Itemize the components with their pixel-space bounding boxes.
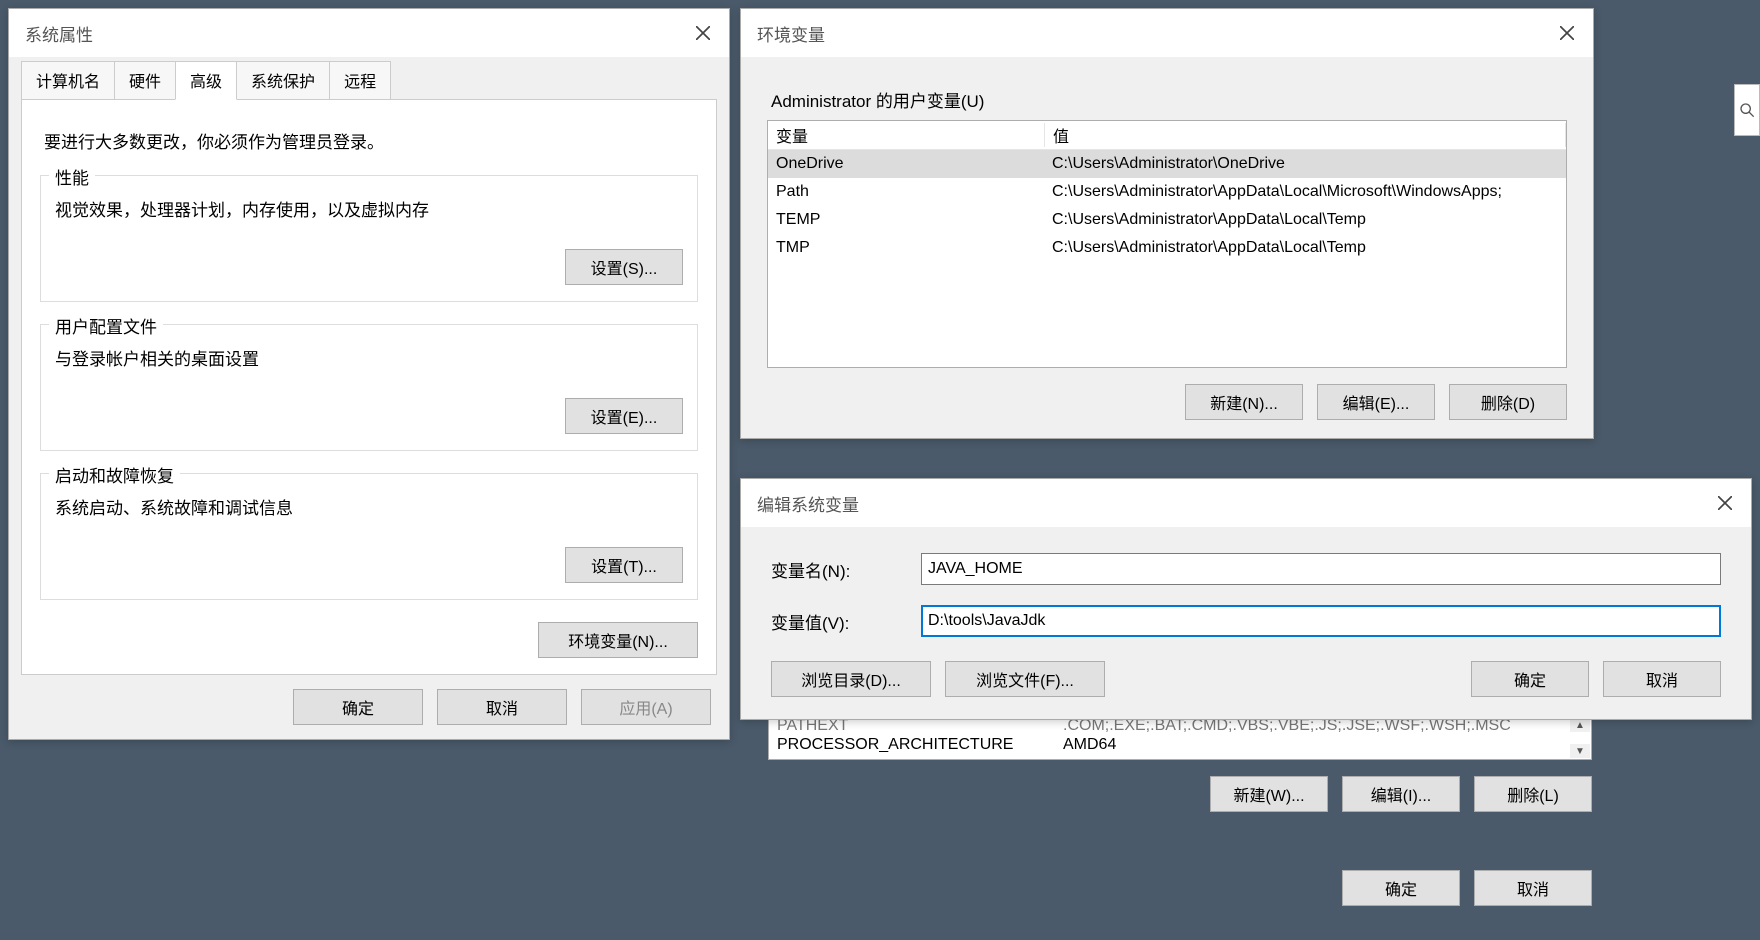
- system-properties-window: 系统属性 计算机名 硬件 高级 系统保护 远程 要进行大多数更改，你必须作为管理…: [8, 8, 730, 740]
- editvar-buttons: 浏览目录(D)... 浏览文件(F)... 确定 取消: [771, 661, 1721, 697]
- var-value: C:\Users\Administrator\OneDrive: [1044, 155, 1566, 173]
- user-vars-buttons: 新建(N)... 编辑(E)... 删除(D): [767, 384, 1567, 420]
- tab-remote[interactable]: 远程: [329, 61, 391, 100]
- editvar-ok-button[interactable]: 确定: [1471, 661, 1589, 697]
- group-user-profiles: 用户配置文件 与登录帐户相关的桌面设置 设置(E)...: [40, 324, 698, 451]
- col-value[interactable]: 值: [1045, 123, 1566, 147]
- close-icon[interactable]: [1541, 9, 1593, 57]
- tab-hardware[interactable]: 硬件: [114, 61, 176, 100]
- search-icon[interactable]: [1734, 84, 1760, 136]
- col-variable[interactable]: 变量: [768, 123, 1045, 147]
- close-icon[interactable]: [677, 9, 729, 57]
- sysprop-tabs: 计算机名 硬件 高级 系统保护 远程: [21, 57, 717, 99]
- var-name: PROCESSOR_ARCHITECTURE: [769, 736, 1055, 754]
- close-icon[interactable]: [1699, 479, 1751, 527]
- system-delete-button[interactable]: 删除(L): [1474, 776, 1592, 812]
- tab-computer-name[interactable]: 计算机名: [21, 61, 115, 100]
- user-new-button[interactable]: 新建(N)...: [1185, 384, 1303, 420]
- user-profiles-settings-button[interactable]: 设置(E)...: [565, 398, 683, 434]
- group-user-profiles-desc: 与登录帐户相关的桌面设置: [55, 345, 683, 370]
- variable-value-input[interactable]: [921, 605, 1721, 637]
- envvars-title: 环境变量: [757, 21, 1541, 46]
- list-item[interactable]: PROCESSOR_ARCHITECTURE AMD64: [769, 734, 1591, 756]
- group-startup-recovery: 启动和故障恢复 系统启动、系统故障和调试信息 设置(T)...: [40, 473, 698, 600]
- admin-notice: 要进行大多数更改，你必须作为管理员登录。: [44, 128, 694, 153]
- scroll-up-icon[interactable]: ▲: [1570, 718, 1590, 732]
- sysprop-apply-button[interactable]: 应用(A): [581, 689, 711, 725]
- group-startup-desc: 系统启动、系统故障和调试信息: [55, 494, 683, 519]
- sysprop-cancel-button[interactable]: 取消: [437, 689, 567, 725]
- browse-file-button[interactable]: 浏览文件(F)...: [945, 661, 1105, 697]
- tabpage-advanced: 要进行大多数更改，你必须作为管理员登录。 性能 视觉效果，处理器计划，内存使用，…: [21, 99, 717, 675]
- var-value: AMD64: [1055, 736, 1591, 754]
- sysprop-title: 系统属性: [25, 21, 677, 46]
- var-name: TMP: [768, 239, 1044, 257]
- variable-name-label: 变量名(N):: [771, 557, 921, 582]
- sysprop-bottom-buttons: 确定 取消 应用(A): [21, 675, 717, 725]
- browse-directory-button[interactable]: 浏览目录(D)...: [771, 661, 931, 697]
- scroll-down-icon[interactable]: ▼: [1570, 744, 1590, 758]
- system-edit-button[interactable]: 编辑(I)...: [1342, 776, 1460, 812]
- system-vars-list[interactable]: PATHEXT .COM;.EXE;.BAT;.CMD;.VBS;.VBE;.J…: [768, 716, 1592, 760]
- environment-variables-window: 环境变量 Administrator 的用户变量(U) 变量 值 OneDriv…: [740, 8, 1594, 439]
- group-performance: 性能 视觉效果，处理器计划，内存使用，以及虚拟内存 设置(S)...: [40, 175, 698, 302]
- user-vars-label: Administrator 的用户变量(U): [771, 87, 1567, 112]
- user-vars-header: 变量 值: [768, 121, 1566, 150]
- variable-value-row: 变量值(V):: [771, 605, 1721, 637]
- group-performance-title: 性能: [49, 164, 95, 189]
- var-value: C:\Users\Administrator\AppData\Local\Tem…: [1044, 211, 1566, 229]
- variable-name-input[interactable]: [921, 553, 1721, 585]
- var-name: OneDrive: [768, 155, 1044, 173]
- editvar-cancel-button[interactable]: 取消: [1603, 661, 1721, 697]
- system-new-button[interactable]: 新建(W)...: [1210, 776, 1328, 812]
- group-user-profiles-title: 用户配置文件: [49, 313, 163, 338]
- environment-variables-button[interactable]: 环境变量(N)...: [538, 622, 698, 658]
- var-value: C:\Users\Administrator\AppData\Local\Mic…: [1044, 183, 1566, 201]
- envvars-bottom-buttons: 确定 取消: [768, 870, 1592, 906]
- user-vars-list[interactable]: 变量 值 OneDrive C:\Users\Administrator\One…: [767, 120, 1567, 368]
- tab-system-protection[interactable]: 系统保护: [236, 61, 330, 100]
- sysprop-titlebar: 系统属性: [9, 9, 729, 57]
- editvar-titlebar: 编辑系统变量: [741, 479, 1751, 527]
- list-item[interactable]: Path C:\Users\Administrator\AppData\Loca…: [768, 178, 1566, 206]
- envvars-cancel-button[interactable]: 取消: [1474, 870, 1592, 906]
- list-item[interactable]: TMP C:\Users\Administrator\AppData\Local…: [768, 234, 1566, 262]
- edit-system-variable-dialog: 编辑系统变量 变量名(N): 变量值(V): 浏览目录(D)... 浏览文件(F…: [740, 478, 1752, 720]
- sysprop-ok-button[interactable]: 确定: [293, 689, 423, 725]
- system-vars-buttons: 新建(W)... 编辑(I)... 删除(L): [768, 776, 1592, 812]
- var-name: TEMP: [768, 211, 1044, 229]
- user-edit-button[interactable]: 编辑(E)...: [1317, 384, 1435, 420]
- tab-advanced[interactable]: 高级: [175, 61, 237, 100]
- group-performance-desc: 视觉效果，处理器计划，内存使用，以及虚拟内存: [55, 196, 683, 221]
- user-delete-button[interactable]: 删除(D): [1449, 384, 1567, 420]
- envvars-ok-button[interactable]: 确定: [1342, 870, 1460, 906]
- list-item[interactable]: TEMP C:\Users\Administrator\AppData\Loca…: [768, 206, 1566, 234]
- editvar-title: 编辑系统变量: [757, 491, 1699, 516]
- var-value: C:\Users\Administrator\AppData\Local\Tem…: [1044, 239, 1566, 257]
- var-name: Path: [768, 183, 1044, 201]
- startup-settings-button[interactable]: 设置(T)...: [565, 547, 683, 583]
- envvars-titlebar: 环境变量: [741, 9, 1593, 57]
- group-startup-title: 启动和故障恢复: [49, 462, 180, 487]
- variable-name-row: 变量名(N):: [771, 553, 1721, 585]
- list-item[interactable]: OneDrive C:\Users\Administrator\OneDrive: [768, 150, 1566, 178]
- variable-value-label: 变量值(V):: [771, 609, 921, 634]
- performance-settings-button[interactable]: 设置(S)...: [565, 249, 683, 285]
- system-vars-peek: PATHEXT .COM;.EXE;.BAT;.CMD;.VBS;.VBE;.J…: [768, 716, 1592, 906]
